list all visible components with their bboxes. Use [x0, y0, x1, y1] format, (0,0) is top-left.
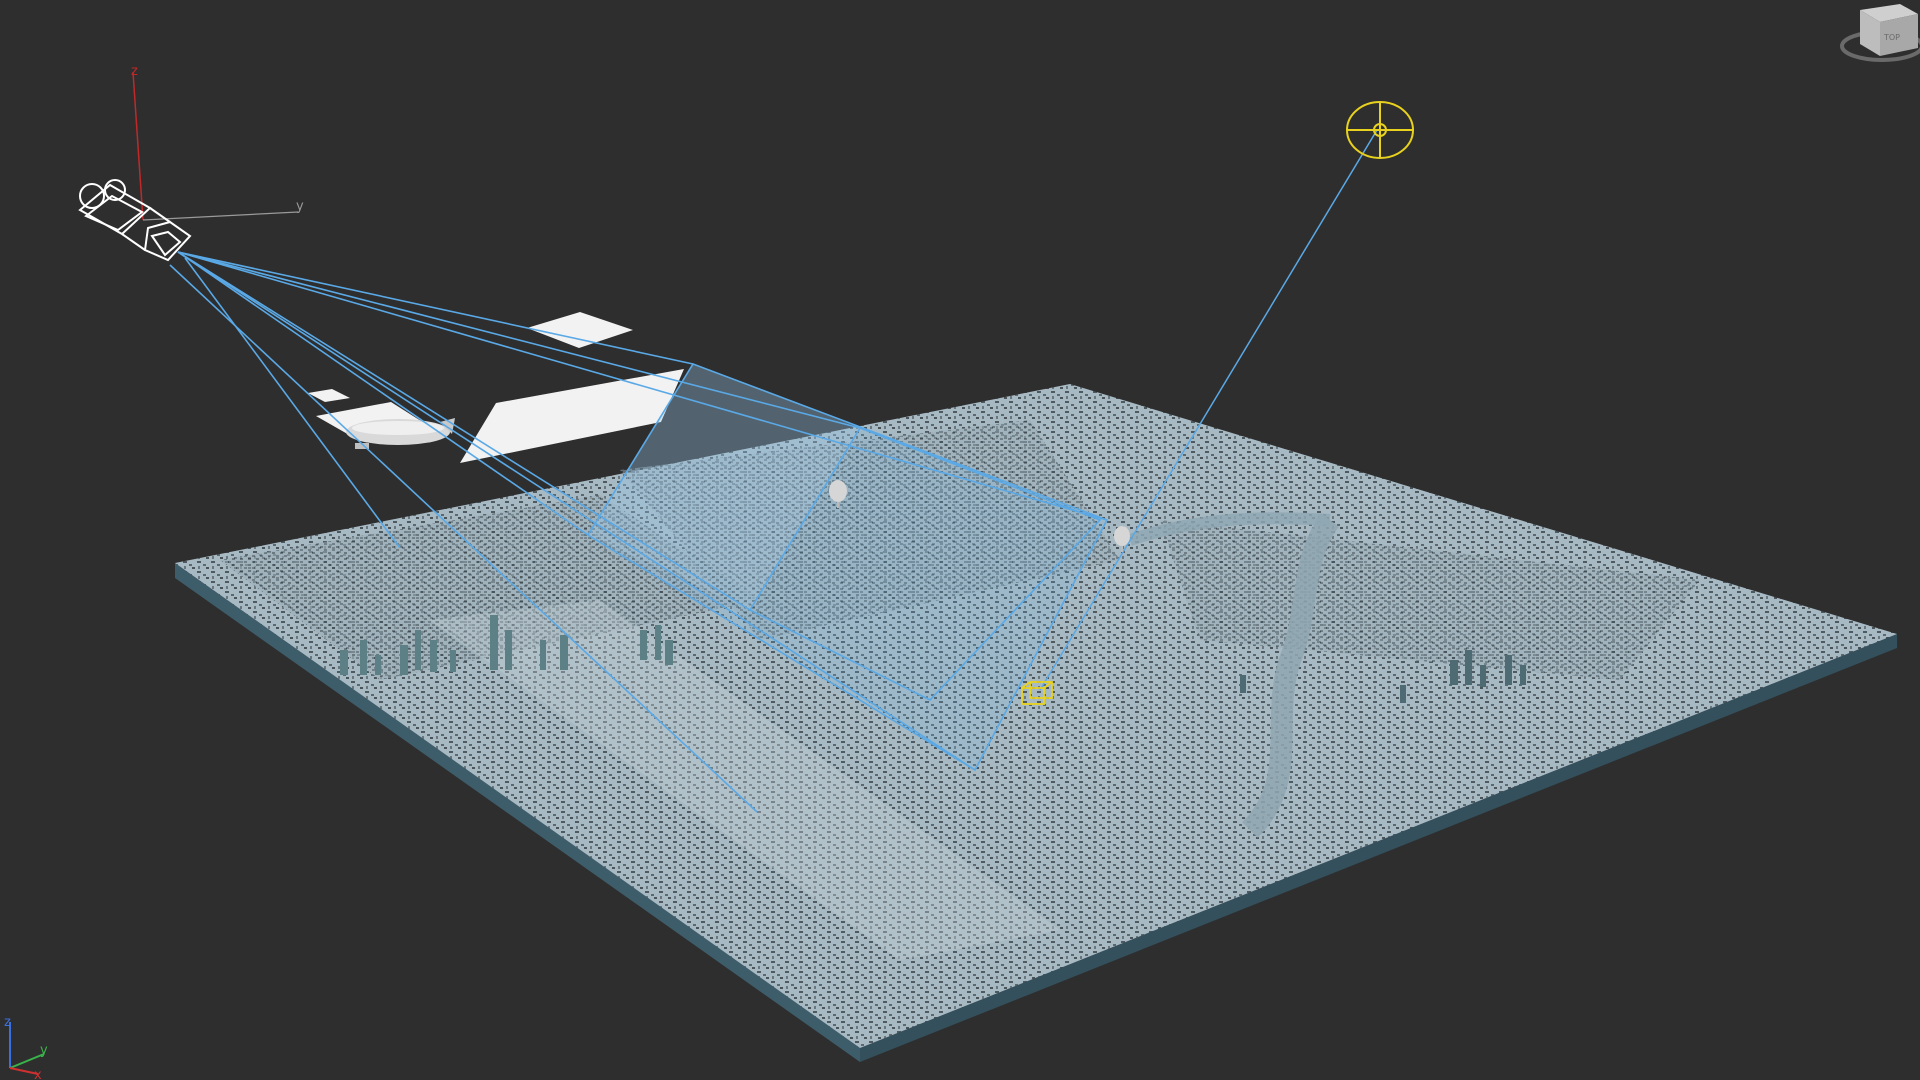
3d-viewport[interactable]: z y z y x TOP — [0, 0, 1920, 1080]
target-light-icon[interactable] — [1346, 101, 1414, 159]
world-x-label: x — [34, 1068, 42, 1080]
camera-icon[interactable] — [78, 179, 192, 262]
world-axis-tripod: z y x — [4, 1015, 48, 1080]
scene-canvas[interactable]: z y z y x — [0, 0, 1920, 1080]
camera-gizmo-axes: z y — [131, 64, 304, 221]
viewcube-face-label: TOP — [1883, 33, 1900, 42]
floating-plane-1[interactable] — [527, 312, 633, 348]
camera-y-label: y — [296, 199, 304, 214]
camera-z-label: z — [131, 64, 138, 79]
viewcube[interactable]: TOP — [1810, 0, 1920, 72]
world-y-label: y — [40, 1043, 48, 1058]
world-z-label: z — [4, 1015, 11, 1030]
